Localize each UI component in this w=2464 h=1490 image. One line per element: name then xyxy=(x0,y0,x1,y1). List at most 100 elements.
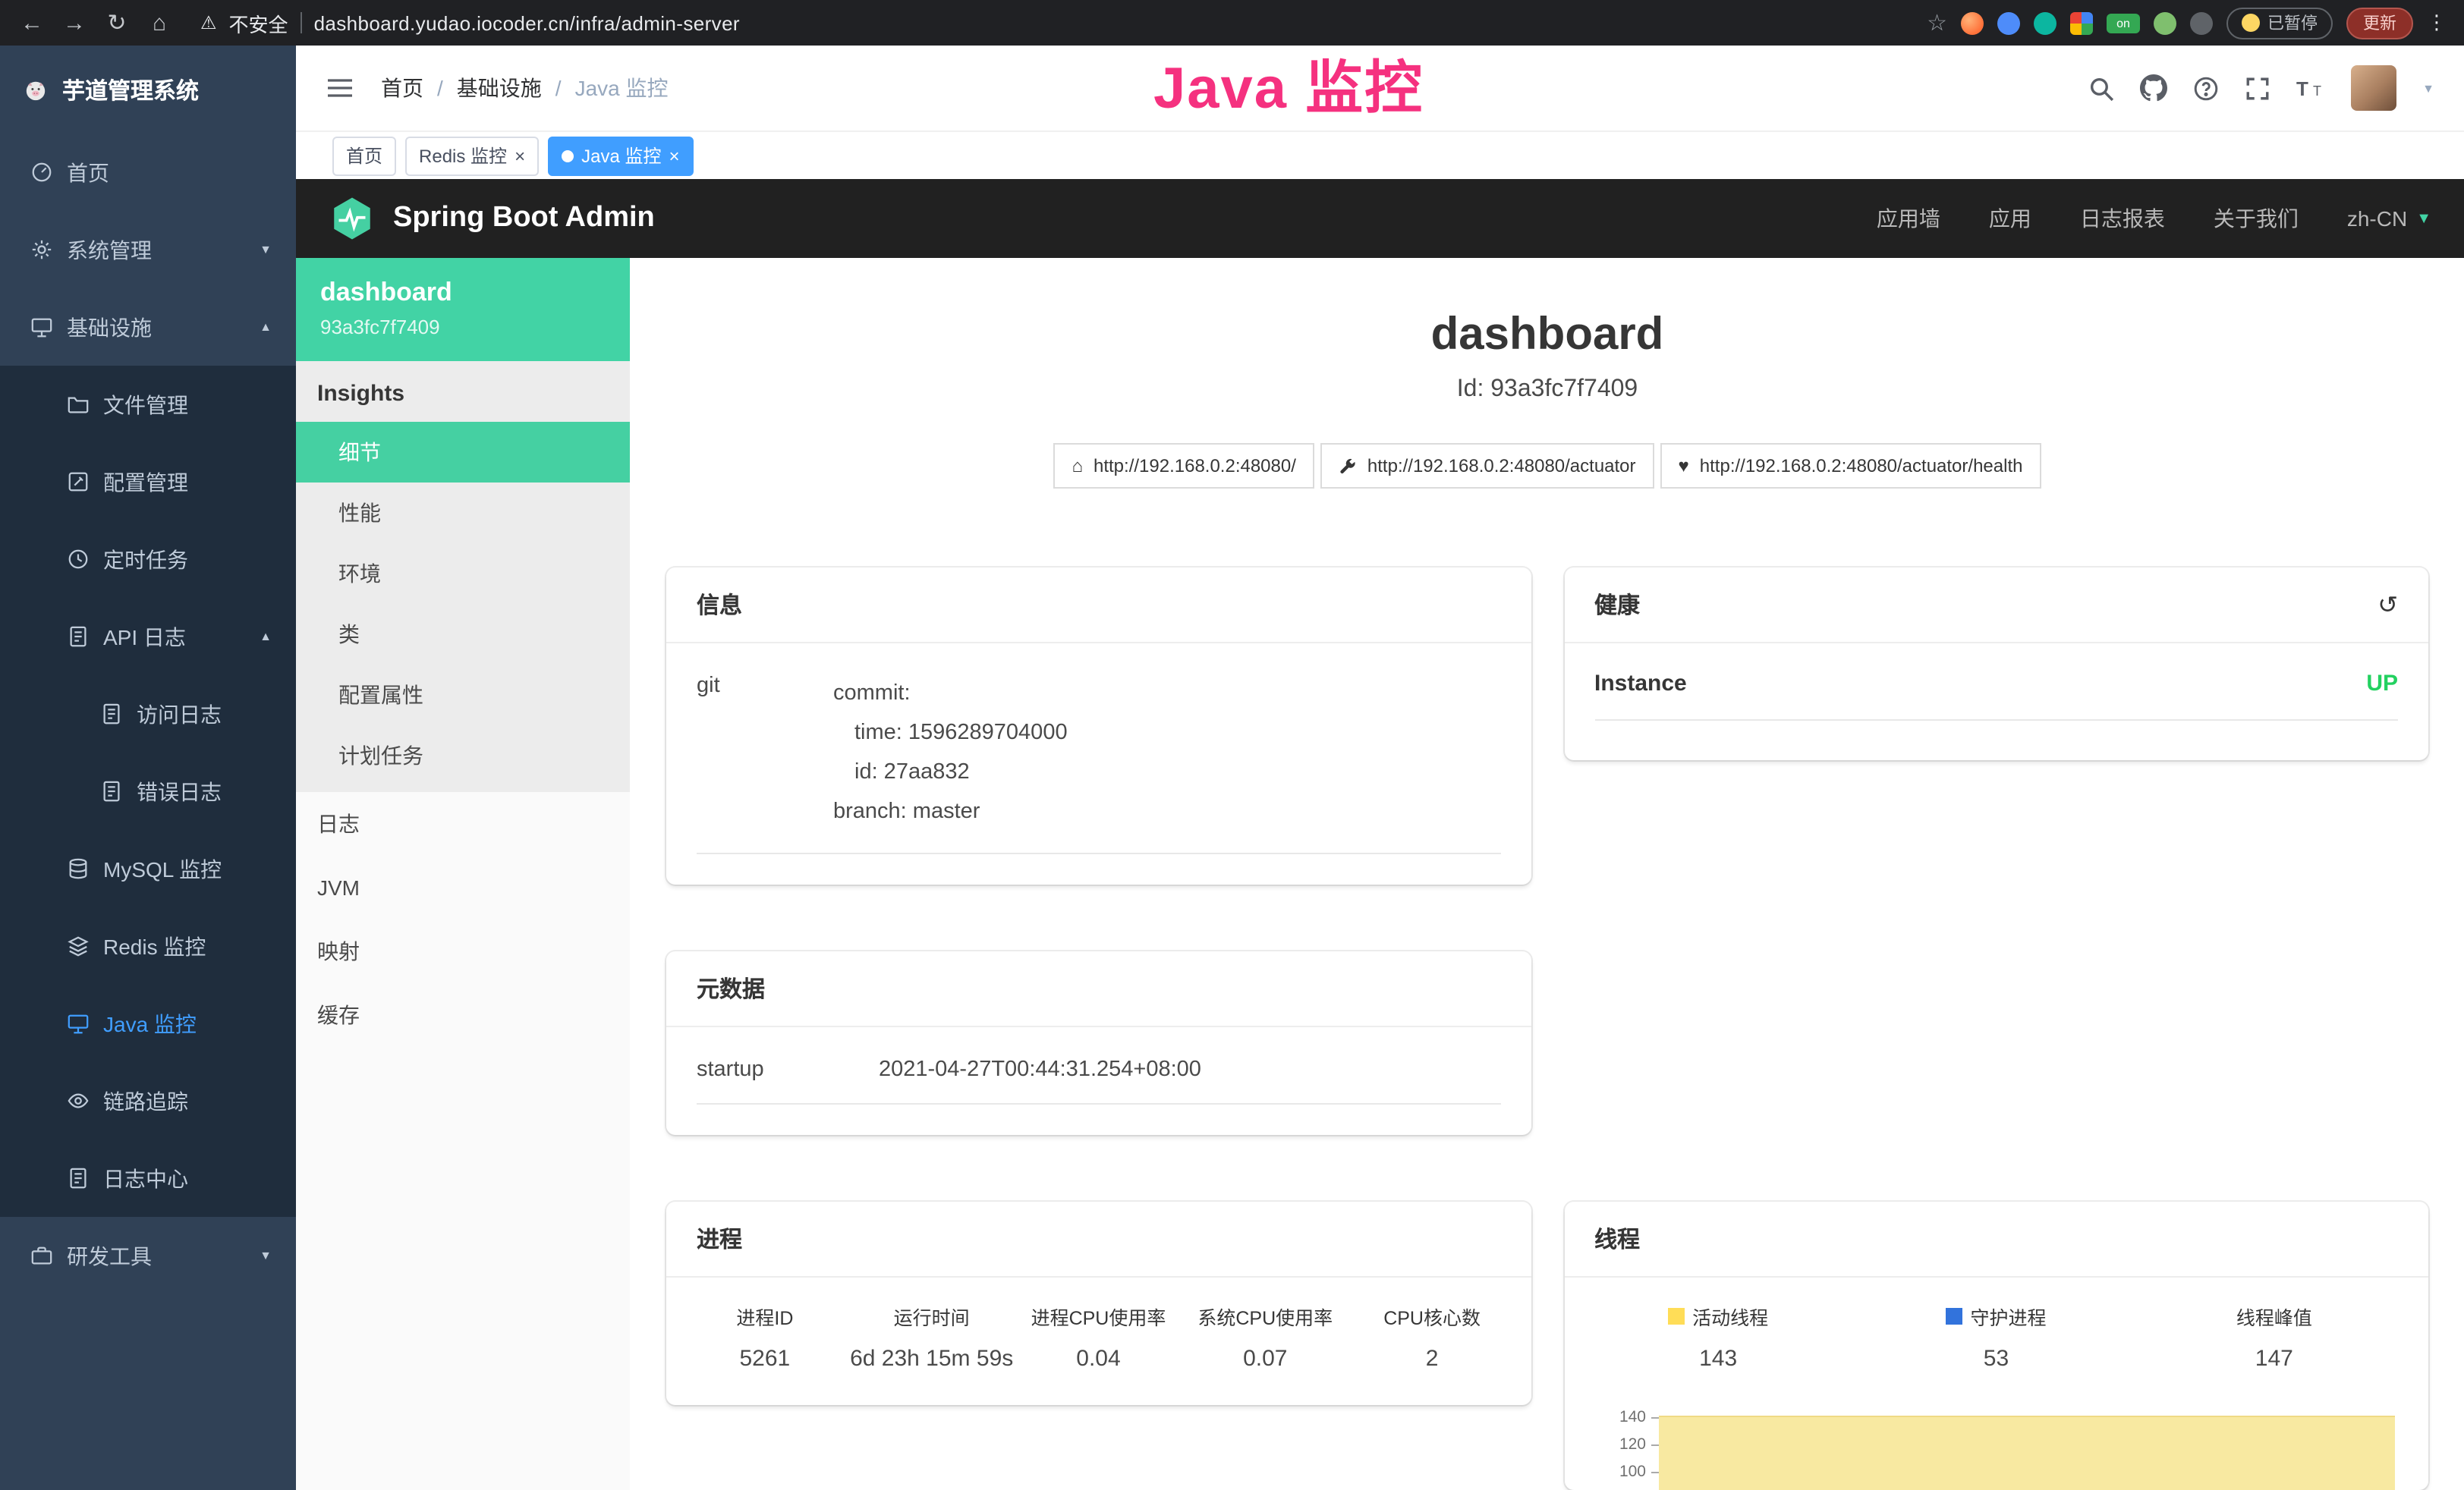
tab-close-icon[interactable] xyxy=(515,146,525,165)
extension-icon-on-badge[interactable]: on xyxy=(2107,13,2140,33)
browser-forward-icon[interactable]: → xyxy=(61,10,88,36)
sidebar-item-redis-monitor[interactable]: Redis 监控 xyxy=(0,907,296,985)
metadata-row-startup: startup 2021-04-27T00:44:31.254+08:00 xyxy=(697,1039,1500,1105)
avatar-caret-down-icon[interactable]: ▼ xyxy=(2422,81,2434,95)
address-bar[interactable]: ⚠ 不安全 dashboard.yudao.iocoder.cn/infra/a… xyxy=(200,8,1912,37)
security-warning-icon[interactable]: ⚠ xyxy=(200,12,217,33)
grid-spacer xyxy=(1564,951,2428,953)
sidebar-item-dev-tools[interactable]: 研发工具 ▼ xyxy=(0,1217,296,1294)
health-status-badge: UP xyxy=(2366,671,2398,696)
app-logo-pig-icon xyxy=(24,78,47,101)
sidebar-item-config-mgmt[interactable]: 配置管理 xyxy=(0,443,296,520)
font-size-icon[interactable]: TT xyxy=(2296,77,2325,99)
insights-section: Insights 细节 性能 环境 类 配置属性 计划任务 xyxy=(296,361,630,792)
sidebar-item-scheduled-jobs[interactable]: 定时任务 xyxy=(0,520,296,598)
extension-icon-blue[interactable] xyxy=(1997,11,2020,34)
security-label[interactable]: 不安全 xyxy=(229,8,288,37)
chevron-up-icon: ▲ xyxy=(260,320,272,334)
main-column: 首页 基础设施 Java 监控 xyxy=(296,46,2464,1490)
extension-icon-grid[interactable] xyxy=(2070,11,2093,34)
sidebar-item-home[interactable]: 首页 xyxy=(0,134,296,211)
y-tick: 100 xyxy=(1603,1463,1658,1490)
breadcrumb-item[interactable]: 基础设施 xyxy=(457,73,542,103)
actuator-url-link[interactable]: http://192.168.0.2:48080/actuator xyxy=(1320,443,1654,489)
user-avatar[interactable] xyxy=(2351,65,2396,111)
extension-icon-teal[interactable] xyxy=(2034,11,2056,34)
sidebar-item-log-center[interactable]: 日志中心 xyxy=(0,1140,296,1217)
sidebar-item-label: API 日志 xyxy=(103,621,186,652)
browser-home-icon[interactable]: ⌂ xyxy=(146,10,173,36)
history-icon[interactable]: ↺ xyxy=(2377,589,2398,620)
service-url-link[interactable]: ⌂ http://192.168.0.2:48080/ xyxy=(1054,443,1314,489)
folder-icon xyxy=(67,393,90,416)
metadata-card: 元数据 startup 2021-04-27T00:44:31.254+08:0… xyxy=(666,951,1531,1135)
tab-java-monitor[interactable]: Java 监控 xyxy=(548,136,693,175)
sba-side-item-mappings[interactable]: 映射 xyxy=(296,919,630,983)
extension-icon-dark[interactable] xyxy=(2190,11,2213,34)
breadcrumb-item[interactable]: 首页 xyxy=(381,73,423,103)
sidebar-item-label: 定时任务 xyxy=(103,544,188,574)
app-title: 芋道管理系统 xyxy=(62,74,199,105)
tab-home[interactable]: 首页 xyxy=(332,136,396,175)
browser-menu-icon[interactable]: ⋮ xyxy=(2427,11,2447,35)
browser-back-icon[interactable]: ← xyxy=(18,10,46,36)
help-icon[interactable] xyxy=(2193,75,2219,101)
language-selector[interactable]: zh-CN ▼ xyxy=(2347,206,2431,231)
browser-reload-icon[interactable]: ↻ xyxy=(103,9,131,36)
sba-side-item-jvm[interactable]: JVM xyxy=(296,856,630,919)
sidebar-item-infrastructure[interactable]: 基础设施 ▲ xyxy=(0,288,296,366)
info-row-label: git xyxy=(697,674,833,831)
sba-side-item-logs[interactable]: 日志 xyxy=(296,792,630,856)
search-icon[interactable] xyxy=(2088,75,2114,101)
sba-side-item-config-props[interactable]: 配置属性 xyxy=(296,665,630,725)
tab-close-icon[interactable] xyxy=(669,146,679,165)
sba-side-item-classes[interactable]: 类 xyxy=(296,604,630,665)
tab-redis-monitor[interactable]: Redis 监控 xyxy=(405,136,539,175)
app-logo-row[interactable]: 芋道管理系统 xyxy=(0,46,296,134)
sidebar-item-label: 日志中心 xyxy=(103,1163,188,1193)
extension-icon-orange[interactable] xyxy=(1961,11,1984,34)
sidebar-item-error-logs[interactable]: 错误日志 xyxy=(0,753,296,830)
sidebar-item-access-logs[interactable]: 访问日志 xyxy=(0,675,296,753)
page-instance-id: Id: 93a3fc7f7409 xyxy=(666,376,2428,404)
sidebar-item-api-logs[interactable]: API 日志 ▲ xyxy=(0,598,296,675)
sidebar-item-tracing[interactable]: 链路追踪 xyxy=(0,1062,296,1140)
health-url-link[interactable]: ♥ http://192.168.0.2:48080/actuator/heal… xyxy=(1660,443,2041,489)
sidebar-item-label: 系统管理 xyxy=(67,234,152,265)
sba-header: Spring Boot Admin 应用墙 应用 日志报表 关于我们 zh-CN… xyxy=(296,179,2464,258)
health-instance-row[interactable]: Instance UP xyxy=(1594,671,2398,721)
tab-bar: 首页 Redis 监控 Java 监控 xyxy=(296,132,2464,179)
sba-side-item-details[interactable]: 细节 xyxy=(296,422,630,483)
sba-nav-wallboard[interactable]: 应用墙 xyxy=(1877,203,1940,234)
chevron-up-icon: ▲ xyxy=(260,630,272,643)
update-button[interactable]: 更新 xyxy=(2346,7,2413,39)
fullscreen-icon[interactable] xyxy=(2245,75,2270,101)
hamburger-icon[interactable] xyxy=(326,76,354,100)
sba-side-item-environment[interactable]: 环境 xyxy=(296,543,630,604)
sidebar-item-system-mgmt[interactable]: 系统管理 ▼ xyxy=(0,211,296,288)
sba-brand-title[interactable]: Spring Boot Admin xyxy=(393,202,655,235)
screenshot-viewport: ← → ↻ ⌂ ⚠ 不安全 dashboard.yudao.iocoder.cn… xyxy=(0,0,2464,1490)
sidebar-item-label: 访问日志 xyxy=(137,699,222,729)
sba-side-item-metrics[interactable]: 性能 xyxy=(296,483,630,543)
browser-chrome: ← → ↻ ⌂ ⚠ 不安全 dashboard.yudao.iocoder.cn… xyxy=(0,0,2464,46)
sidebar-item-mysql-monitor[interactable]: MySQL 监控 xyxy=(0,830,296,907)
spring-boot-admin-logo[interactable] xyxy=(329,196,375,241)
sidebar-item-file-mgmt[interactable]: 文件管理 xyxy=(0,366,296,443)
health-card: 健康 ↺ Instance UP xyxy=(1564,567,2428,760)
bookmark-star-icon[interactable]: ☆ xyxy=(1927,9,1947,36)
legend-live-threads: 活动线程 143 xyxy=(1579,1302,1857,1372)
paused-badge[interactable]: 已暂停 xyxy=(2226,7,2333,39)
sba-nav-about[interactable]: 关于我们 xyxy=(2214,203,2299,234)
sba-nav-journal[interactable]: 日志报表 xyxy=(2080,203,2165,234)
monitor-icon xyxy=(67,1012,90,1035)
github-icon[interactable] xyxy=(2140,74,2167,102)
url-text[interactable]: dashboard.yudao.iocoder.cn/infra/admin-s… xyxy=(314,11,740,34)
extension-icon-leaf[interactable] xyxy=(2154,11,2176,34)
sidebar-item-java-monitor[interactable]: Java 监控 xyxy=(0,985,296,1062)
sba-nav-applications[interactable]: 应用 xyxy=(1989,203,2031,234)
sba-side-item-caches[interactable]: 缓存 xyxy=(296,983,630,1047)
sba-side-item-scheduled-tasks[interactable]: 计划任务 xyxy=(296,725,630,786)
instance-header[interactable]: dashboard 93a3fc7f7409 xyxy=(296,258,630,361)
info-card-header: 信息 xyxy=(666,567,1531,643)
